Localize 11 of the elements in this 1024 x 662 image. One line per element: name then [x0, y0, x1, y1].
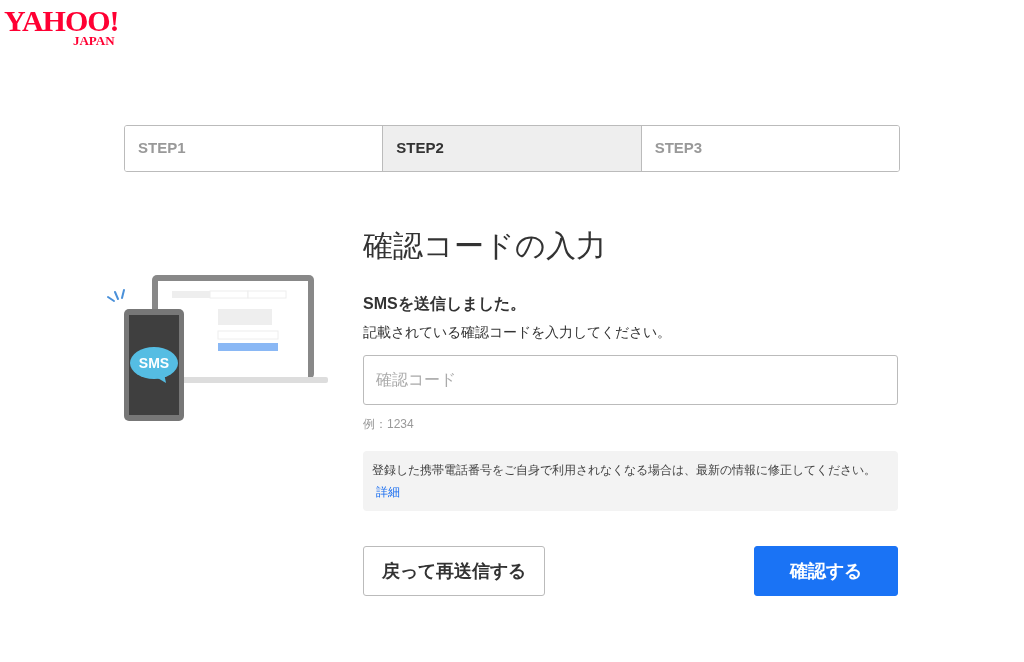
logo[interactable]: YAHOO! JAPAN	[4, 6, 119, 47]
confirm-button[interactable]: 確認する	[754, 546, 898, 596]
resend-button[interactable]: 戻って再送信する	[363, 546, 545, 596]
sms-label: SMS	[138, 355, 170, 371]
example-hint: 例：1234	[363, 416, 415, 433]
sms-sent-message: SMSを送信しました。	[363, 294, 527, 314]
page-title: 確認コードの入力	[363, 228, 607, 264]
notice-text: 登録した携帯電話番号をご自身で利用されなくなる場合は、最新の情報に修正してください。 詳細	[363, 451, 898, 511]
code-input-field[interactable]: 確認コード	[363, 355, 898, 405]
instruction-text: 記載されている確認コードを入力してください。	[363, 323, 672, 342]
details-link[interactable]: 詳細	[376, 485, 400, 499]
